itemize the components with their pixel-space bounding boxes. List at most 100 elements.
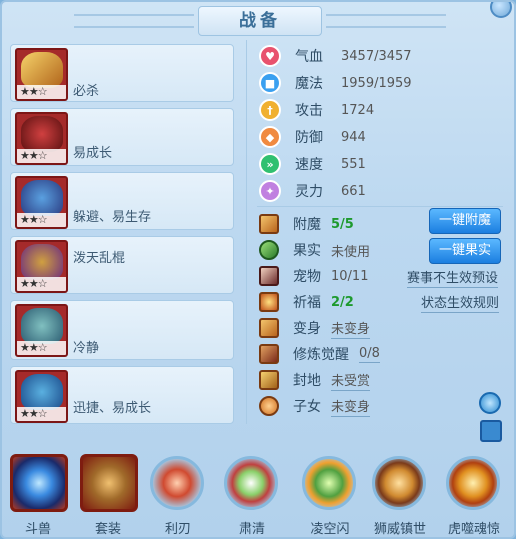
attr-value: 1724 [341,102,375,118]
attr-row-spirit: ✦ 灵力 661 [259,179,366,203]
pet-card[interactable]: ★★☆ 必杀 [10,44,234,102]
share-icon[interactable] [480,420,502,442]
equip-row-transform[interactable]: 变身 未变身 [259,316,371,340]
bottom-item-lion-might[interactable]: 狮威镇世 [368,446,432,537]
status-rules-link[interactable]: 状态生效规则 [421,292,500,313]
pet-trait-label: 躲避、易生存 [73,209,152,225]
equip-row-pet[interactable]: 宠物 10/11 [259,264,368,288]
beast-icon [10,454,68,512]
equip-name: 修炼觉醒 [293,347,349,363]
equip-name: 附魔 [293,217,321,233]
attr-name: 防御 [295,130,323,146]
pet-portrait: ★★☆ [15,48,68,101]
bottom-item-label: 肃清 [238,522,265,537]
bottom-item-label: 狮威镇世 [373,522,426,537]
blade-skill-icon [150,456,204,510]
divider [257,206,503,207]
bottom-item-purge[interactable]: 肃清 [220,446,284,537]
equip-row-enchant[interactable]: 附魔 5/5 [259,212,354,236]
equip-value: 10/11 [331,268,369,284]
pet-trait-label: 必杀 [73,83,100,99]
title-ornament-right [326,14,446,28]
bottom-item-tiger-soul[interactable]: 虎噬魂惊 [442,446,506,537]
pet-card[interactable]: ★★☆ 迅捷、易成长 [10,366,234,424]
equip-name: 果实 [293,243,321,259]
equip-name: 宠物 [293,269,321,285]
equip-value[interactable]: 未受赏 [331,370,371,391]
attr-row-mp: ■ 魔法 1959/1959 [259,71,412,95]
enchant-icon [259,214,279,234]
pet-portrait: ★★☆ [15,176,68,229]
pet-icon [259,266,279,286]
equip-row-fruit[interactable]: 果实 未使用 [259,238,370,262]
armor-set-icon [80,454,138,512]
shield-icon: ◆ [259,126,281,148]
equip-name: 封地 [293,373,321,389]
purge-skill-icon [224,456,278,510]
attr-name: 攻击 [295,103,323,119]
equip-row-fief[interactable]: 封地 未受赏 [259,368,371,392]
star-rating: ★★☆ [17,213,66,227]
equip-value[interactable]: 未变身 [331,318,371,339]
pet-trait-label: 迅捷、易成长 [73,400,152,416]
bottom-item-label: 凌空闪 [310,522,350,537]
sword-icon: † [259,99,281,121]
pet-art-icon [21,52,63,88]
bottom-item-aerial-flash[interactable]: 凌空闪 [298,446,362,537]
pet-art-icon [21,116,63,152]
bottom-item-beast[interactable]: 斗兽 [6,446,70,537]
children-icon [259,396,279,416]
attr-value: 944 [341,129,366,145]
awaken-icon [259,344,279,364]
equip-value: 未使用 [331,244,371,260]
bottom-skill-bar: 斗兽 套装 利刃 肃清 凌空闪 狮威镇世 虎噬魂惊 [2,446,514,537]
equip-name: 祈福 [293,295,321,311]
star-rating: ★★☆ [17,85,66,99]
attr-row-speed: » 速度 551 [259,152,366,176]
equip-value[interactable]: 0/8 [359,346,380,363]
spirit-icon: ✦ [259,180,281,202]
bottom-item-label: 利刃 [164,522,191,537]
pet-card[interactable]: ★★☆ 易成长 [10,108,234,166]
attr-value: 3457/3457 [341,48,412,64]
bottom-item-label: 斗兽 [24,522,51,537]
close-icon[interactable] [490,2,512,18]
star-rating: ★★☆ [17,277,66,291]
attr-row-attack: † 攻击 1724 [259,98,374,122]
pet-trait-label: 冷静 [73,340,100,356]
attr-value: 551 [341,156,366,172]
equip-value: 5/5 [331,216,354,232]
fruit-icon [259,240,279,260]
star-rating: ★★☆ [17,149,66,163]
pet-portrait: ★★☆ [15,304,68,357]
attr-value: 1959/1959 [341,75,412,91]
attribute-panel: ♥ 气血 3457/3457 ■ 魔法 1959/1959 † 攻击 1724 … [246,40,508,424]
lion-might-skill-icon [372,456,426,510]
pet-card[interactable]: ★★☆ 冷静 [10,300,234,360]
equip-value: 2/2 [331,294,354,310]
aerial-flash-skill-icon [302,456,356,510]
war-prep-panel: 战备 ★★☆ 必杀 ★★☆ 易成长 ★★☆ 躲避、易生存 ★★☆ 泼天乱棍 ★★… [0,0,516,539]
equip-row-blessing[interactable]: 祈福 2/2 [259,290,354,314]
pet-list: ★★☆ 必杀 ★★☆ 易成长 ★★☆ 躲避、易生存 ★★☆ 泼天乱棍 ★★☆ 冷… [10,44,234,430]
bottom-item-blade[interactable]: 利刃 [146,446,210,537]
attr-value: 661 [341,183,366,199]
pet-card[interactable]: ★★☆ 泼天乱棍 [10,236,234,294]
pet-art-icon [21,308,63,344]
equip-row-children[interactable]: 子女 未变身 [259,394,371,418]
pet-card[interactable]: ★★☆ 躲避、易生存 [10,172,234,230]
title-ornament-left [74,14,194,28]
equip-row-awaken[interactable]: 修炼觉醒 0/8 [259,342,380,366]
pet-portrait: ★★☆ [15,112,68,165]
attr-name: 魔法 [295,76,323,92]
bottom-item-label: 套装 [94,522,121,537]
bottom-item-set[interactable]: 套装 [76,446,140,537]
heart-icon: ♥ [259,45,281,67]
refresh-icon[interactable] [479,392,501,414]
one-click-fruit-button[interactable]: 一键果实 [429,238,501,264]
pet-trait-label: 泼天乱棍 [73,251,126,266]
one-click-enchant-button[interactable]: 一键附魔 [429,208,501,234]
attr-row-defense: ◆ 防御 944 [259,125,366,149]
equip-value[interactable]: 未变身 [331,396,371,417]
event-preset-link[interactable]: 赛事不生效预设 [407,267,499,288]
